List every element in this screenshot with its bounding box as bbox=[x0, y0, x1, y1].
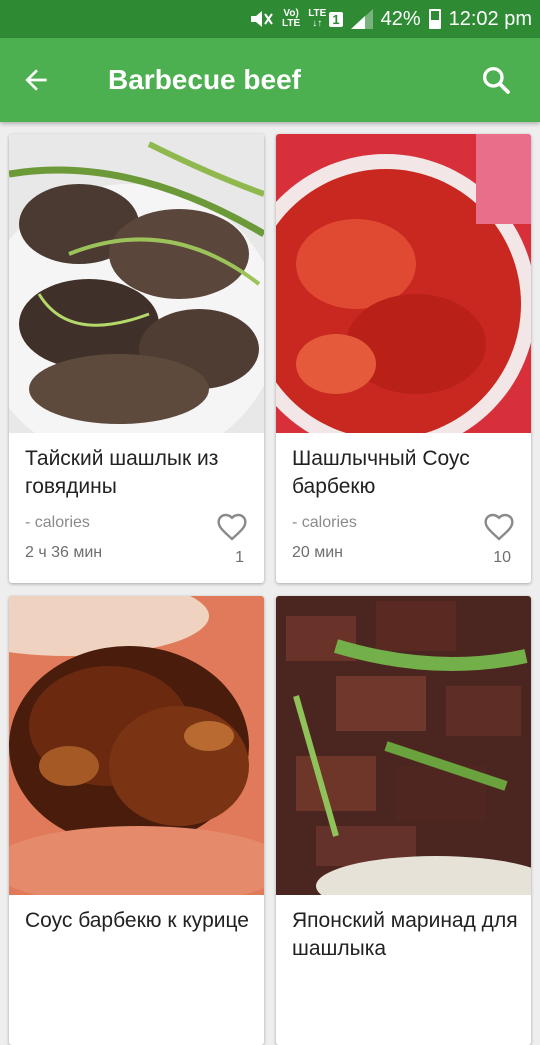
search-icon[interactable] bbox=[480, 64, 512, 96]
recipe-title: Шашлычный Соус барбекю bbox=[292, 447, 470, 498]
battery-percent: 42% bbox=[380, 7, 421, 30]
recipe-card[interactable]: Соус барбекю к курице bbox=[9, 596, 264, 1045]
heart-icon[interactable] bbox=[216, 512, 248, 542]
recipe-calories: - calories bbox=[292, 514, 357, 531]
recipe-card[interactable]: Шашлычный Соус барбекю - calories 20 мин… bbox=[276, 134, 531, 583]
recipe-time: 20 мин bbox=[292, 544, 344, 561]
clock: 12:02 pm bbox=[448, 7, 532, 30]
recipe-photo bbox=[9, 596, 264, 895]
recipe-photo bbox=[276, 134, 531, 433]
like-count: 10 bbox=[493, 549, 511, 566]
battery-icon bbox=[428, 9, 441, 29]
arrow-back-icon[interactable] bbox=[20, 64, 52, 96]
app-bar: Barbecue beef bbox=[0, 38, 540, 122]
recipe-title: Тайский шашлык из говядины bbox=[25, 447, 219, 498]
recipe-title: Японский маринад для шашлыка bbox=[292, 909, 518, 960]
recipe-card[interactable]: Японский маринад для шашлыка bbox=[276, 596, 531, 1045]
recipe-calories: - calories bbox=[25, 514, 90, 531]
mute-icon bbox=[251, 11, 273, 27]
heart-icon[interactable] bbox=[483, 512, 515, 542]
recipe-time: 2 ч 36 мин bbox=[25, 544, 103, 561]
status-bar: Vo) LTE LTE ↓↑ 1 42% 12:02 pm bbox=[0, 0, 540, 38]
recipe-photo bbox=[276, 596, 531, 895]
signal-icon bbox=[350, 9, 373, 29]
recipe-photo bbox=[9, 134, 264, 433]
status-icons: Vo) LTE LTE ↓↑ 1 42% 12:02 pm bbox=[248, 0, 532, 38]
volte-indicator: Vo) LTE bbox=[282, 8, 301, 29]
sim-badge: 1 bbox=[329, 11, 343, 27]
recipe-title: Соус барбекю к курице bbox=[25, 909, 249, 932]
recipe-card[interactable]: Тайский шашлык из говядины - calories 2 … bbox=[9, 134, 264, 583]
like-count: 1 bbox=[235, 549, 244, 566]
page-title: Barbecue beef bbox=[108, 64, 301, 95]
lte-indicator: LTE ↓↑ 1 bbox=[308, 9, 343, 29]
